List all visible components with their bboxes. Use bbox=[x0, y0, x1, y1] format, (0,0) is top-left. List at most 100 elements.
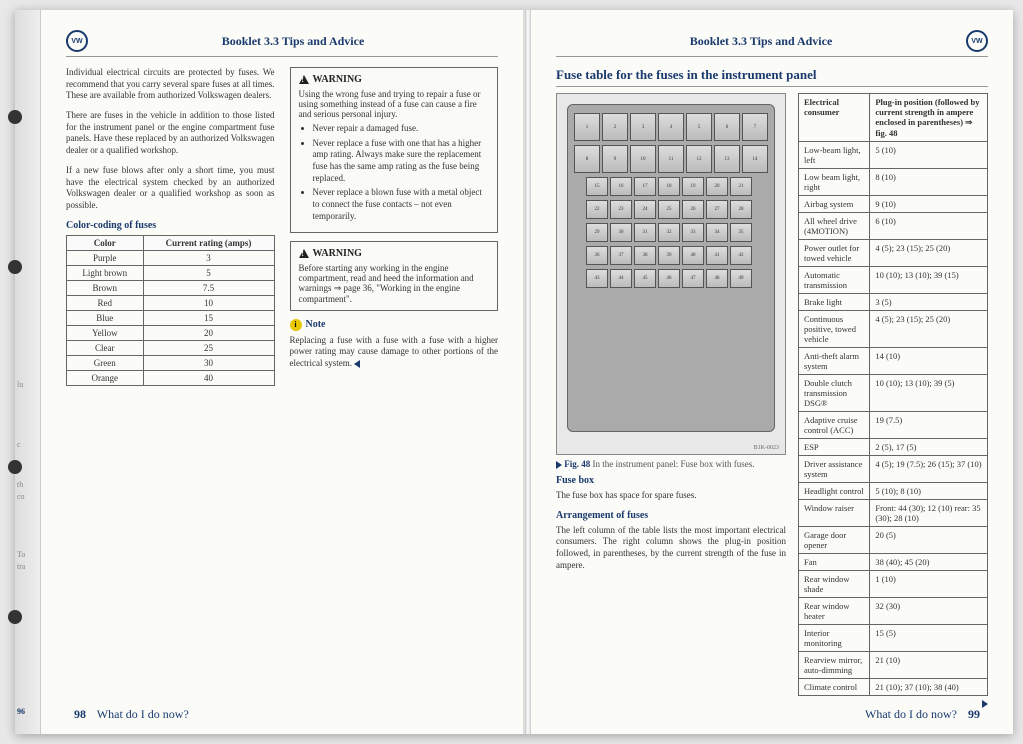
subheading: Arrangement of fuses bbox=[556, 510, 786, 521]
cutoff-text: co bbox=[17, 492, 35, 501]
fuse-slot: 18 bbox=[658, 177, 680, 196]
amps-cell: 3 bbox=[143, 250, 274, 265]
two-column-layout: 1234567891011121314151617181920212223242… bbox=[556, 93, 988, 708]
warning-bullet: Never replace a blown fuse with a metal … bbox=[313, 187, 490, 222]
consumer-cell: Double clutch transmission DSG® bbox=[799, 375, 870, 412]
table-row: Low beam light, right8 (10) bbox=[799, 169, 988, 196]
fuse-slot: 4 bbox=[658, 113, 684, 141]
body-paragraph: The fuse box has space for spare fuses. bbox=[556, 490, 786, 502]
position-cell: 1 (10) bbox=[870, 571, 988, 598]
consumer-cell: Climate control bbox=[799, 679, 870, 696]
fuse-row: 891011121314 bbox=[574, 145, 768, 173]
fuse-slot: 7 bbox=[742, 113, 768, 141]
table-row: Yellow20 bbox=[67, 325, 275, 340]
body-paragraph: There are fuses in the vehicle in additi… bbox=[66, 110, 275, 157]
footer-title: What do I do now? bbox=[97, 707, 189, 721]
table-row: Headlight control5 (10); 8 (10) bbox=[799, 483, 988, 500]
amps-cell: 30 bbox=[143, 355, 274, 370]
consumer-cell: Anti-theft alarm system bbox=[799, 348, 870, 375]
table-row: Continuous positive, towed vehicle4 (5);… bbox=[799, 311, 988, 348]
cutoff-text: th bbox=[17, 480, 35, 489]
table-row: Rear window shade1 (10) bbox=[799, 571, 988, 598]
fuse-slot: 44 bbox=[610, 269, 632, 288]
fuse-slot: 31 bbox=[634, 223, 656, 242]
fuse-slot: 25 bbox=[658, 200, 680, 219]
table-row: Purple3 bbox=[67, 250, 275, 265]
amps-cell: 15 bbox=[143, 310, 274, 325]
page-header: VW Booklet 3.3 Tips and Advice bbox=[66, 30, 498, 57]
table-row: Rear window heater32 (30) bbox=[799, 598, 988, 625]
fuse-slot: 47 bbox=[682, 269, 704, 288]
fuse-slot: 28 bbox=[730, 200, 752, 219]
consumer-cell: Automatic transmission bbox=[799, 267, 870, 294]
fuse-slot: 21 bbox=[730, 177, 752, 196]
warning-bullet: Never repair a damaged fuse. bbox=[313, 123, 490, 135]
color-cell: Brown bbox=[67, 280, 144, 295]
warning-body: Before starting any working in the engin… bbox=[299, 263, 490, 304]
position-cell: 15 (5) bbox=[870, 625, 988, 652]
position-cell: 4 (5); 19 (7.5); 26 (15); 37 (10) bbox=[870, 456, 988, 483]
warning-box: WARNING Using the wrong fuse and trying … bbox=[290, 67, 499, 233]
consumer-cell: Headlight control bbox=[799, 483, 870, 500]
color-cell: Red bbox=[67, 295, 144, 310]
diagram-reference: B1K-0023 bbox=[754, 445, 779, 451]
fuse-row: 36373839404142 bbox=[586, 246, 768, 265]
position-cell: 9 (10) bbox=[870, 196, 988, 213]
table-row: Garage door opener20 (5) bbox=[799, 527, 988, 554]
fuse-row: 22232425262728 bbox=[586, 200, 768, 219]
fuse-slot: 23 bbox=[610, 200, 632, 219]
fuse-slot: 33 bbox=[682, 223, 704, 242]
note-body: Replacing a fuse with a fuse with a fuse… bbox=[290, 335, 499, 370]
page-header: VW Booklet 3.3 Tips and Advice bbox=[556, 30, 988, 57]
book-spread: lu c th co To tra 96 VW Booklet 3.3 Tips… bbox=[15, 10, 1013, 734]
table-row: Brown7.5 bbox=[67, 280, 275, 295]
table-row: Driver assistance system4 (5); 19 (7.5);… bbox=[799, 456, 988, 483]
amps-cell: 25 bbox=[143, 340, 274, 355]
cutoff-text: To bbox=[17, 550, 35, 559]
cutoff-text: tra bbox=[17, 562, 35, 571]
table-row: Power outlet for towed vehicle4 (5); 23 … bbox=[799, 240, 988, 267]
table-row: Anti-theft alarm system14 (10) bbox=[799, 348, 988, 375]
amps-cell: 20 bbox=[143, 325, 274, 340]
table-header: Current rating (amps) bbox=[143, 235, 274, 250]
table-row: Brake light3 (5) bbox=[799, 294, 988, 311]
page-number: 98 bbox=[74, 707, 86, 721]
body-paragraph: Individual electrical circuits are prote… bbox=[66, 67, 275, 102]
subheading: Color-coding of fuses bbox=[66, 220, 275, 231]
figure-caption: Fig. 48 In the instrument panel: Fuse bo… bbox=[556, 459, 786, 469]
body-paragraph: If a new fuse blows after only a short t… bbox=[66, 165, 275, 212]
fuse-slot: 26 bbox=[682, 200, 704, 219]
vw-logo-icon: VW bbox=[966, 30, 988, 52]
note-header: iNote bbox=[290, 319, 499, 331]
amps-cell: 5 bbox=[143, 265, 274, 280]
color-cell: Light brown bbox=[67, 265, 144, 280]
fuse-slot: 24 bbox=[634, 200, 656, 219]
consumer-cell: Low-beam light, left bbox=[799, 142, 870, 169]
consumer-cell: Rear window shade bbox=[799, 571, 870, 598]
consumer-cell: Interior monitoring bbox=[799, 625, 870, 652]
position-cell: 21 (10); 37 (10); 38 (40) bbox=[870, 679, 988, 696]
consumer-cell: Power outlet for towed vehicle bbox=[799, 240, 870, 267]
body-paragraph: The left column of the table lists the m… bbox=[556, 525, 786, 572]
fuse-slot: 16 bbox=[610, 177, 632, 196]
table-row: Airbag system9 (10) bbox=[799, 196, 988, 213]
position-cell: 4 (5); 23 (15); 25 (20) bbox=[870, 240, 988, 267]
table-row: Light brown5 bbox=[67, 265, 275, 280]
color-cell: Yellow bbox=[67, 325, 144, 340]
fuse-panel: 1234567891011121314151617181920212223242… bbox=[567, 104, 775, 432]
position-cell: 8 (10) bbox=[870, 169, 988, 196]
color-cell: Blue bbox=[67, 310, 144, 325]
vw-logo-icon: VW bbox=[66, 30, 88, 52]
binder-hole-icon bbox=[8, 460, 22, 474]
consumer-cell: Window raiser bbox=[799, 500, 870, 527]
fuse-slot: 17 bbox=[634, 177, 656, 196]
fuse-slot: 20 bbox=[706, 177, 728, 196]
right-column: Electrical consumer Plug-in position (fo… bbox=[798, 93, 988, 708]
fuse-slot: 3 bbox=[630, 113, 656, 141]
position-cell: 10 (10); 13 (10); 39 (5) bbox=[870, 375, 988, 412]
consumer-cell: Brake light bbox=[799, 294, 870, 311]
color-cell: Purple bbox=[67, 250, 144, 265]
fuse-slot: 2 bbox=[602, 113, 628, 141]
fuse-row: 15161718192021 bbox=[586, 177, 768, 196]
fuse-slot: 14 bbox=[742, 145, 768, 173]
